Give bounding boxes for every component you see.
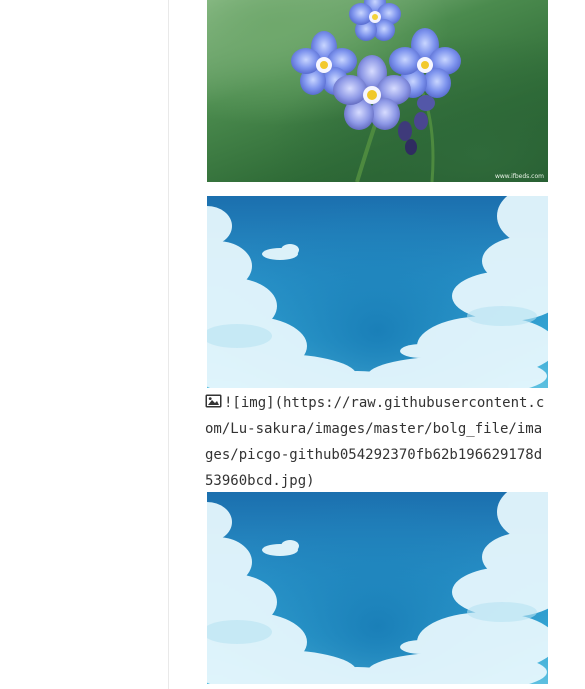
image-icon [205, 391, 222, 408]
sky-clouds-image [207, 196, 548, 388]
clouds-illustration [207, 196, 548, 388]
clouds-illustration [207, 492, 548, 684]
sidebar [0, 0, 169, 689]
flower-image: www.ifbeds.com [207, 0, 548, 182]
sky-clouds-image [207, 492, 548, 684]
image-markdown-text: ![img](https://raw.githubusercontent.com… [205, 395, 545, 489]
page: www.ifbeds.com ![img](https://raw.github… [0, 0, 585, 689]
post-content: www.ifbeds.com ![img](https://raw.github… [169, 0, 585, 689]
flower-illustration [291, 0, 461, 182]
image-watermark: www.ifbeds.com [494, 173, 544, 180]
broken-image-link[interactable]: ![img](https://raw.githubusercontent.com… [205, 390, 550, 494]
